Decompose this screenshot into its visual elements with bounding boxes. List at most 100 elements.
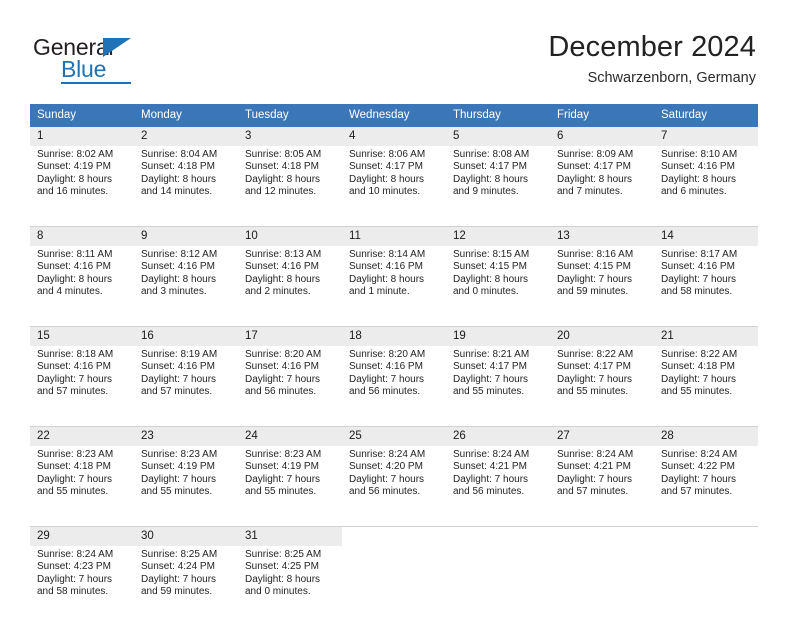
day-info-sunset: Sunset: 4:16 PM (141, 361, 215, 373)
day-info-cell[interactable]: Sunrise: 8:24 AM Sunset: 4:23 PM Daylight:… (30, 546, 134, 617)
day-info-daylight-1: Daylight: 7 hours (557, 273, 633, 285)
day-info-daylight-1: Daylight: 7 hours (37, 473, 113, 485)
day-number-cell[interactable]: 29 (30, 526, 134, 546)
day-number-cell[interactable]: 25 (342, 426, 446, 446)
day-number-cell[interactable]: 24 (238, 426, 342, 446)
day-info-cell[interactable]: Sunrise: 8:20 AM Sunset: 4:16 PM Daylight:… (238, 346, 342, 417)
day-info-cell[interactable]: Sunrise: 8:16 AM Sunset: 4:15 PM Daylight:… (550, 246, 654, 317)
day-info-cell[interactable]: Sunrise: 8:22 AM Sunset: 4:18 PM Daylight:… (654, 346, 758, 417)
day-number-cell[interactable]: 11 (342, 226, 446, 246)
day-info-cell[interactable]: Sunrise: 8:13 AM Sunset: 4:16 PM Daylight:… (238, 246, 342, 317)
day-info-daylight-1: Daylight: 8 hours (453, 173, 529, 185)
day-info-daylight-2: and 57 minutes. (661, 486, 733, 498)
day-info-cell[interactable]: Sunrise: 8:10 AM Sunset: 4:16 PM Daylight:… (654, 146, 758, 217)
day-info-daylight-1: Daylight: 7 hours (37, 573, 113, 585)
day-info-daylight-2: and 58 minutes. (661, 286, 733, 298)
day-info-sunset: Sunset: 4:17 PM (557, 361, 631, 373)
day-info-daylight-2: and 4 minutes. (37, 286, 103, 298)
day-info-cell[interactable]: Sunrise: 8:02 AM Sunset: 4:19 PM Daylight:… (30, 146, 134, 217)
day-info-daylight-1: Daylight: 7 hours (661, 273, 737, 285)
day-number-cell[interactable]: 28 (654, 426, 758, 446)
day-info-sunset: Sunset: 4:16 PM (661, 261, 735, 273)
day-number-cell[interactable]: 3 (238, 127, 342, 146)
day-info-cell[interactable]: Sunrise: 8:12 AM Sunset: 4:16 PM Daylight:… (134, 246, 238, 317)
day-info-cell[interactable]: Sunrise: 8:06 AM Sunset: 4:17 PM Daylight:… (342, 146, 446, 217)
day-info-cell[interactable]: Sunrise: 8:22 AM Sunset: 4:17 PM Daylight:… (550, 346, 654, 417)
day-number-cell[interactable]: 4 (342, 127, 446, 146)
day-number-cell[interactable]: 20 (550, 326, 654, 346)
day-info-cell[interactable]: Sunrise: 8:24 AM Sunset: 4:21 PM Daylight:… (550, 446, 654, 517)
day-number-cell[interactable]: 1 (30, 127, 134, 146)
day-number-cell[interactable]: 12 (446, 226, 550, 246)
day-info-daylight-2: and 10 minutes. (349, 186, 421, 198)
day-info-cell[interactable]: Sunrise: 8:23 AM Sunset: 4:19 PM Daylight:… (134, 446, 238, 517)
day-number-cell[interactable]: 7 (654, 127, 758, 146)
day-info-sunrise: Sunrise: 8:05 AM (245, 149, 322, 160)
day-info-cell[interactable]: Sunrise: 8:21 AM Sunset: 4:17 PM Daylight:… (446, 346, 550, 417)
day-info-cell[interactable]: Sunrise: 8:18 AM Sunset: 4:16 PM Daylight:… (30, 346, 134, 417)
day-info-sunset: Sunset: 4:16 PM (349, 361, 423, 373)
day-number-cell[interactable]: 13 (550, 226, 654, 246)
day-info-sunset: Sunset: 4:21 PM (557, 461, 631, 473)
day-info-daylight-2: and 55 minutes. (37, 486, 109, 498)
day-info-cell[interactable]: Sunrise: 8:14 AM Sunset: 4:16 PM Daylight:… (342, 246, 446, 317)
day-info-cell[interactable]: Sunrise: 8:25 AM Sunset: 4:24 PM Daylight:… (134, 546, 238, 617)
day-info-cell[interactable]: Sunrise: 8:19 AM Sunset: 4:16 PM Daylight:… (134, 346, 238, 417)
day-info-sunset: Sunset: 4:17 PM (453, 161, 527, 173)
day-info-cell[interactable]: Sunrise: 8:15 AM Sunset: 4:15 PM Daylight:… (446, 246, 550, 317)
day-info-daylight-1: Daylight: 7 hours (557, 473, 633, 485)
week-separator-line (30, 417, 758, 427)
day-info-sunrise: Sunrise: 8:20 AM (349, 349, 426, 360)
day-number-cell[interactable]: 17 (238, 326, 342, 346)
day-number-cell[interactable]: 5 (446, 127, 550, 146)
day-info-sunset: Sunset: 4:20 PM (349, 461, 423, 473)
day-info-daylight-1: Daylight: 7 hours (661, 473, 737, 485)
day-number-cell[interactable]: 26 (446, 426, 550, 446)
day-number-cell[interactable]: 15 (30, 326, 134, 346)
day-number-cell[interactable]: 30 (134, 526, 238, 546)
day-number-cell[interactable]: 8 (30, 226, 134, 246)
day-number-cell[interactable]: 23 (134, 426, 238, 446)
day-info-cell[interactable]: Sunrise: 8:24 AM Sunset: 4:20 PM Daylight:… (342, 446, 446, 517)
day-number-cell[interactable]: 14 (654, 226, 758, 246)
day-number-cell[interactable]: 6 (550, 127, 654, 146)
day-info-cell[interactable]: Sunrise: 8:23 AM Sunset: 4:19 PM Daylight:… (238, 446, 342, 517)
day-info-cell[interactable]: Sunrise: 8:20 AM Sunset: 4:16 PM Daylight:… (342, 346, 446, 417)
day-info-cell[interactable]: Sunrise: 8:09 AM Sunset: 4:17 PM Daylight:… (550, 146, 654, 217)
day-info-cell[interactable]: Sunrise: 8:24 AM Sunset: 4:21 PM Daylight:… (446, 446, 550, 517)
day-number-cell[interactable]: 16 (134, 326, 238, 346)
day-info-cell[interactable]: Sunrise: 8:17 AM Sunset: 4:16 PM Daylight:… (654, 246, 758, 317)
logo-triangle-icon (103, 38, 131, 57)
day-info-cell[interactable]: Sunrise: 8:23 AM Sunset: 4:18 PM Daylight:… (30, 446, 134, 517)
day-info-sunset: Sunset: 4:23 PM (37, 561, 111, 573)
logo-text-blue: Blue (61, 56, 107, 82)
day-info-cell[interactable]: Sunrise: 8:08 AM Sunset: 4:17 PM Daylight:… (446, 146, 550, 217)
week-separator-line (30, 517, 758, 527)
day-info-cell[interactable]: Sunrise: 8:11 AM Sunset: 4:16 PM Daylight:… (30, 246, 134, 317)
day-number-cell[interactable]: 19 (446, 326, 550, 346)
day-info-daylight-1: Daylight: 7 hours (661, 373, 737, 385)
week-separator-line (30, 617, 758, 626)
day-info-cell[interactable]: Sunrise: 8:24 AM Sunset: 4:22 PM Daylight:… (654, 446, 758, 517)
day-info-sunrise: Sunrise: 8:15 AM (453, 249, 530, 260)
day-number-cell[interactable]: 2 (134, 127, 238, 146)
day-number-cell[interactable]: 27 (550, 426, 654, 446)
day-info-cell[interactable]: Sunrise: 8:04 AM Sunset: 4:18 PM Daylight:… (134, 146, 238, 217)
day-number-cell[interactable]: 22 (30, 426, 134, 446)
day-info-sunrise: Sunrise: 8:24 AM (453, 449, 530, 460)
day-number-cell[interactable]: 21 (654, 326, 758, 346)
day-number-cell[interactable]: 9 (134, 226, 238, 246)
day-info-cell[interactable]: Sunrise: 8:25 AM Sunset: 4:25 PM Daylight:… (238, 546, 342, 617)
day-info-cell[interactable]: Sunrise: 8:05 AM Sunset: 4:18 PM Daylight:… (238, 146, 342, 217)
day-info-daylight-2: and 16 minutes. (37, 186, 109, 198)
empty-day-cell (550, 526, 654, 546)
day-number-cell[interactable]: 10 (238, 226, 342, 246)
weekday-header-saturday: Saturday (654, 104, 758, 127)
day-info-daylight-1: Daylight: 8 hours (245, 273, 321, 285)
day-info-daylight-2: and 6 minutes. (661, 186, 727, 198)
day-info-sunset: Sunset: 4:19 PM (37, 161, 111, 173)
day-number-cell[interactable]: 18 (342, 326, 446, 346)
day-info-row: Sunrise: 8:02 AM Sunset: 4:19 PM Daylight:… (30, 146, 758, 217)
day-info-daylight-2: and 56 minutes. (349, 486, 421, 498)
day-number-cell[interactable]: 31 (238, 526, 342, 546)
